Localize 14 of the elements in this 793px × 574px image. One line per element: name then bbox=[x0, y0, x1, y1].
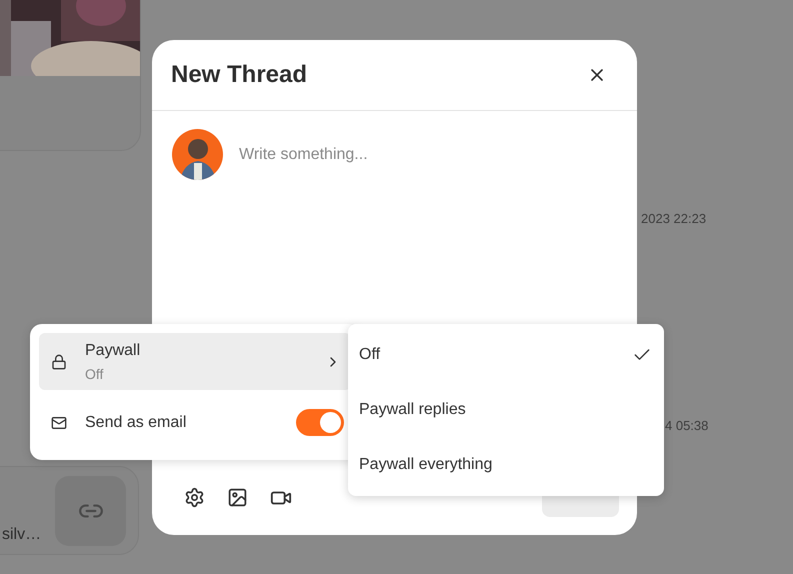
paywall-option[interactable]: Off bbox=[348, 327, 664, 382]
link-title: silv… bbox=[2, 526, 42, 544]
paywall-menu-item[interactable]: Paywall Off bbox=[39, 333, 351, 390]
mail-icon bbox=[51, 414, 67, 430]
timestamp: 4 05:38 bbox=[665, 418, 708, 433]
lock-icon bbox=[51, 354, 67, 370]
item-value: Off bbox=[85, 366, 104, 382]
paywall-option[interactable]: Paywall replies bbox=[348, 382, 664, 437]
email-toggle[interactable] bbox=[296, 409, 344, 436]
paywall-option[interactable]: Paywall everything bbox=[348, 437, 664, 492]
item-label: Paywall bbox=[85, 342, 142, 360]
dialog-title: New Thread bbox=[171, 61, 308, 89]
item-label: Send as email bbox=[85, 414, 186, 432]
timestamp: 2023 22:23 bbox=[641, 211, 706, 226]
